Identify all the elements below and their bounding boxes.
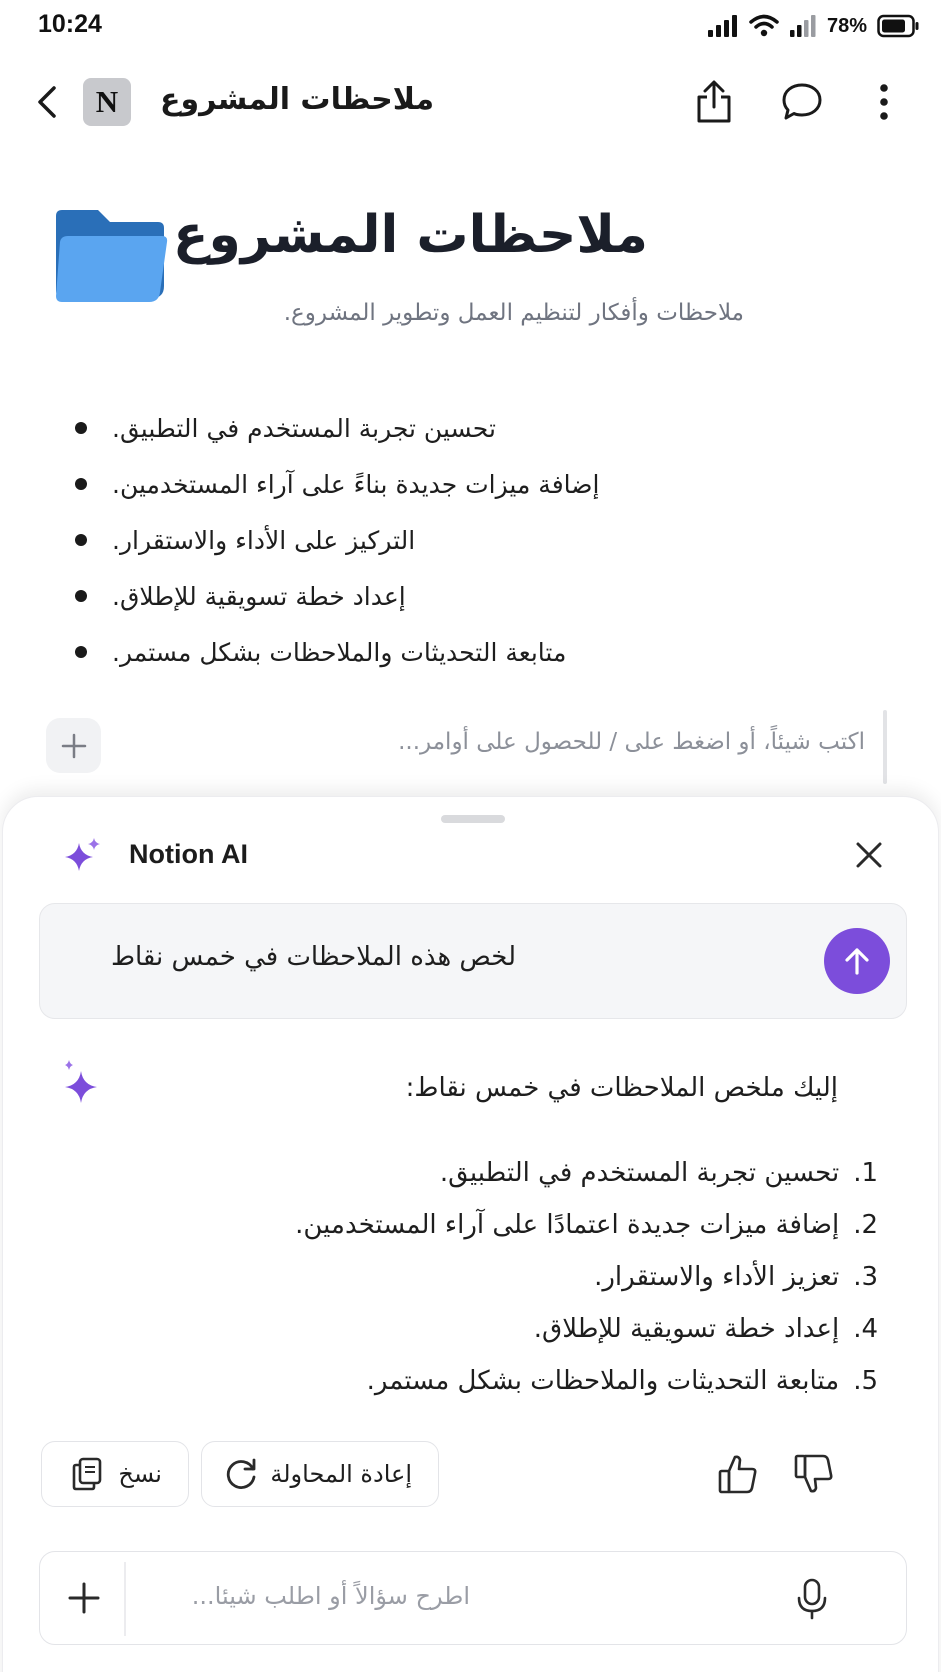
response-item-number: 1. <box>853 1158 878 1188</box>
workspace-badge[interactable]: N <box>83 78 131 126</box>
sheet-drag-handle[interactable] <box>441 815 505 823</box>
bullet-text: التركيز على الأداء والاستقرار. <box>112 525 416 555</box>
response-item: 3. تعزيز الأداء والاستقرار. <box>594 1255 878 1299</box>
close-icon <box>856 842 882 868</box>
add-block-button[interactable] <box>46 718 101 773</box>
more-options-button[interactable] <box>860 78 908 126</box>
bullet-text: تحسين تجربة المستخدم في التطبيق. <box>112 413 496 443</box>
share-button[interactable] <box>690 78 738 126</box>
wifi-icon <box>749 14 779 37</box>
editor-placeholder[interactable]: اكتب شيئاً، أو اضغط على / للحصول على أوا… <box>398 729 865 755</box>
back-button[interactable] <box>28 80 68 124</box>
nav-title: ملاحظات المشروع <box>160 82 435 117</box>
response-sparkle-icon <box>65 1060 97 1103</box>
response-item: 2. إضافة ميزات جديدة اعتمادًا على آراء ا… <box>295 1203 878 1247</box>
attach-button[interactable] <box>62 1576 106 1620</box>
microphone-icon <box>797 1578 827 1620</box>
retry-label: إعادة المحاولة <box>270 1460 412 1488</box>
more-vertical-icon <box>880 84 888 120</box>
status-icons: 78% <box>707 12 919 40</box>
thumbs-down-icon[interactable] <box>791 1451 837 1497</box>
page-title: ملاحظات المشروع <box>172 205 648 265</box>
ask-input-bar[interactable]: اطرح سؤالاً أو اطلب شيئا... <box>39 1551 907 1645</box>
response-item-number: 4. <box>853 1314 878 1344</box>
signal-icon <box>707 15 737 37</box>
response-item: 4. إعداد خطة تسويقية للإطلاق. <box>534 1307 878 1351</box>
bullet-dot <box>75 534 87 546</box>
response-item-text: متابعة التحديثات والملاحظات بشكل مستمر. <box>366 1366 840 1396</box>
response-item: 1. تحسين تجربة المستخدم في التطبيق. <box>440 1151 878 1195</box>
response-item-number: 5. <box>853 1366 878 1396</box>
response-item-number: 3. <box>853 1262 878 1292</box>
top-navigation: N ملاحظات المشروع <box>0 62 941 142</box>
divider <box>124 1562 126 1636</box>
refresh-icon <box>226 1458 256 1489</box>
bullet-dot <box>75 422 87 434</box>
ai-panel-title: Notion AI <box>129 839 248 869</box>
comment-icon <box>782 83 822 120</box>
bullet-text: إعداد خطة تسويقية للإطلاق. <box>112 581 406 611</box>
ai-sparkle-icon <box>65 838 100 871</box>
bullet-dot <box>75 590 87 602</box>
secondary-signal-icon <box>789 15 816 37</box>
copy-label: نسخ <box>118 1460 162 1488</box>
page-description: ملاحظات وأفكار لتنظيم العمل وتطوير المشر… <box>283 300 744 326</box>
bullet-dot <box>75 646 87 658</box>
copy-button[interactable]: نسخ <box>41 1441 189 1507</box>
page-icon[interactable] <box>54 206 170 306</box>
bullet-text: إضافة ميزات جديدة بناءً على آراء المستخد… <box>112 469 600 499</box>
editor-scrollbar <box>883 710 887 784</box>
notion-ai-panel: Notion AI لخص هذه الملاحظات في خمس نقاط … <box>2 796 939 1672</box>
retry-button[interactable]: إعادة المحاولة <box>201 1441 439 1507</box>
copy-icon <box>72 1457 102 1491</box>
close-ai-button[interactable] <box>851 837 887 873</box>
response-item: 5. متابعة التحديثات والملاحظات بشكل مستم… <box>367 1359 878 1403</box>
share-icon <box>697 80 731 123</box>
send-button[interactable] <box>824 928 890 994</box>
response-item-text: تعزيز الأداء والاستقرار. <box>594 1262 840 1292</box>
prompt-text: لخص هذه الملاحظات في خمس نقاط <box>110 942 516 972</box>
bullet-text: متابعة التحديثات والملاحظات بشكل مستمر. <box>112 637 567 667</box>
prompt-box[interactable]: لخص هذه الملاحظات في خمس نقاط <box>39 903 907 1019</box>
response-item-text: إضافة ميزات جديدة اعتمادًا على آراء المس… <box>295 1210 840 1240</box>
comment-button[interactable] <box>778 78 826 126</box>
battery-percentage: 78% <box>826 14 867 37</box>
plus-icon <box>68 1582 100 1614</box>
response-intro: إليك ملخص الملاحظات في خمس نقاط: <box>405 1073 838 1103</box>
folder-icon <box>56 210 168 302</box>
ask-placeholder[interactable]: اطرح سؤالاً أو اطلب شيئا... <box>192 1582 470 1610</box>
response-item-number: 2. <box>853 1210 878 1240</box>
response-item-text: تحسين تجربة المستخدم في التطبيق. <box>439 1158 840 1188</box>
back-chevron-icon <box>38 86 56 118</box>
bullet-dot <box>75 478 87 490</box>
battery-icon <box>877 14 919 38</box>
status-bar: 10:24 78% <box>0 0 941 52</box>
plus-icon <box>61 733 86 758</box>
status-time: 10:24 <box>38 10 102 38</box>
arrow-up-icon <box>845 948 869 975</box>
microphone-button[interactable] <box>792 1576 832 1622</box>
thumbs-up-icon[interactable] <box>715 1451 761 1497</box>
response-item-text: إعداد خطة تسويقية للإطلاق. <box>533 1314 840 1344</box>
